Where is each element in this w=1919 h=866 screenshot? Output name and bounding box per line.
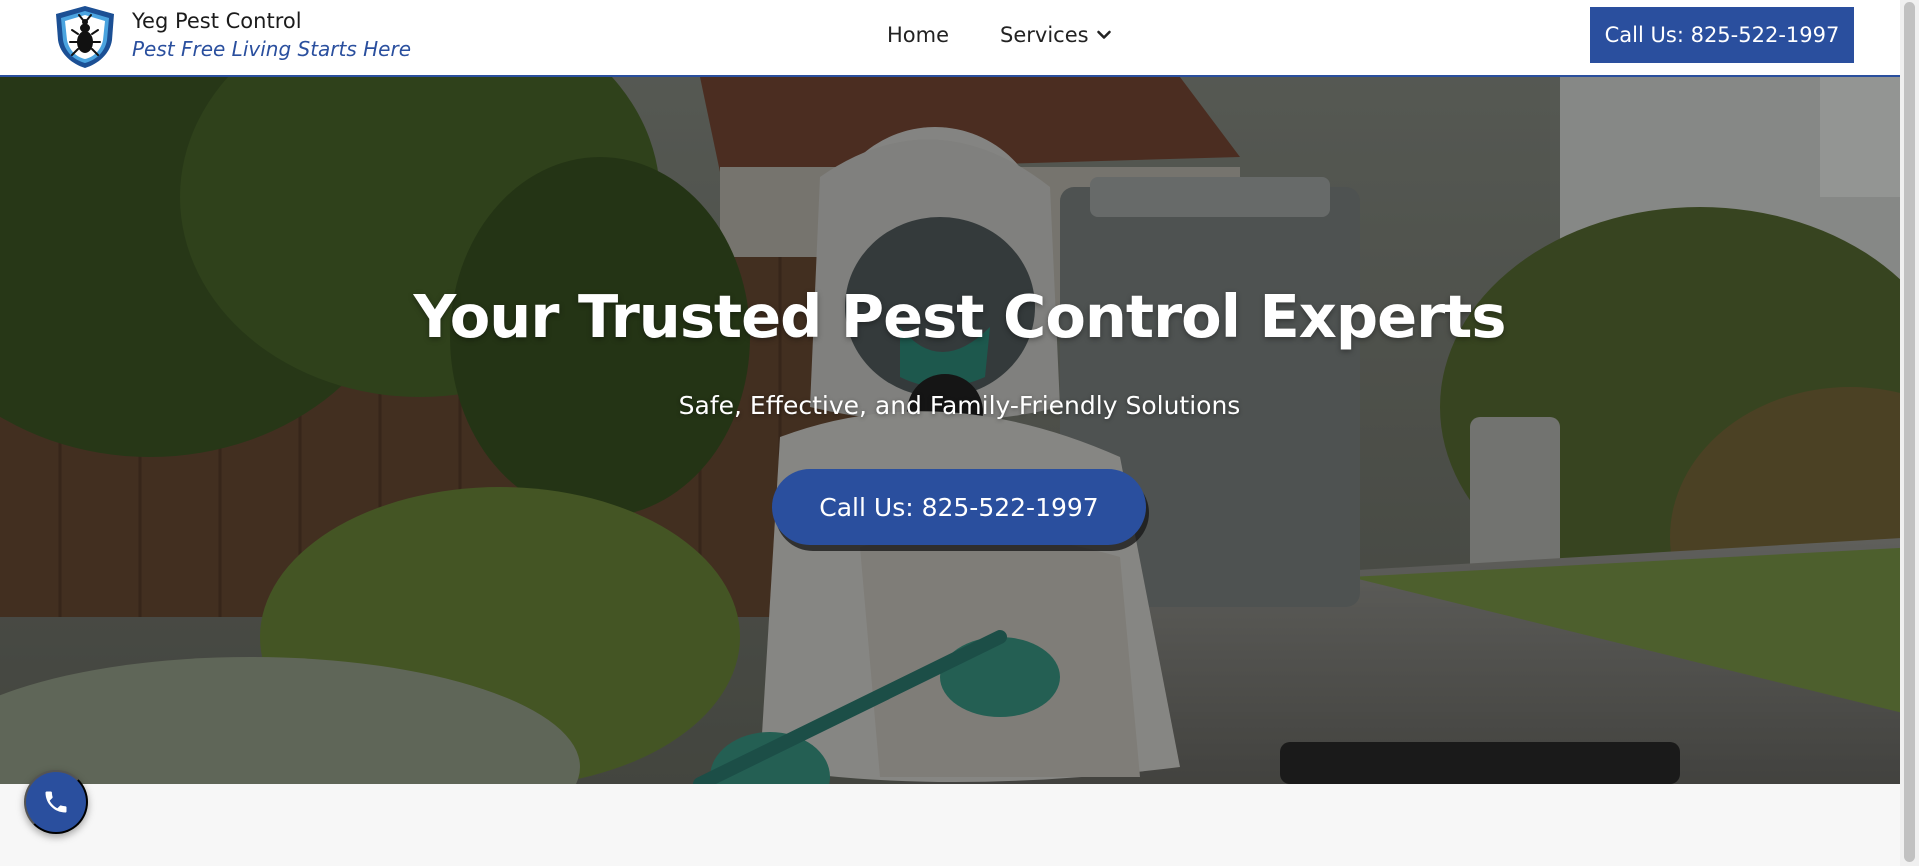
page-scrollbar[interactable]	[1900, 0, 1919, 866]
brand-text: Yeg Pest Control Pest Free Living Starts…	[132, 7, 411, 63]
nav-home-label: Home	[887, 23, 950, 47]
chevron-down-icon	[1096, 30, 1111, 39]
brand-tagline: Pest Free Living Starts Here	[132, 37, 412, 61]
nav-services-label: Services	[1000, 23, 1089, 47]
floating-call-button[interactable]	[24, 770, 88, 834]
brand-name: Yeg Pest Control	[132, 9, 302, 33]
header-call-button[interactable]: Call Us: 825-522-1997	[1590, 7, 1854, 63]
hero-call-button[interactable]: Call Us: 825-522-1997	[772, 469, 1146, 545]
nav-services-dropdown[interactable]: Services	[1000, 23, 1112, 47]
hero-section: Your Trusted Pest Control Experts Safe, …	[0, 77, 1919, 784]
brand-home-link[interactable]: Yeg Pest Control Pest Free Living Starts…	[52, 4, 411, 70]
content-section-start	[0, 784, 1919, 866]
phone-icon	[45, 791, 67, 813]
hero-overlay	[0, 77, 1919, 784]
hero-subtitle: Safe, Effective, and Family-Friendly Sol…	[678, 391, 1241, 420]
site-header: Yeg Pest Control Pest Free Living Starts…	[0, 0, 1919, 77]
main-nav: Home Services	[887, 0, 1112, 70]
nav-home[interactable]: Home	[887, 23, 949, 47]
shield-bug-icon	[56, 6, 114, 68]
hero-title: Your Trusted Pest Control Experts	[413, 282, 1506, 351]
scrollbar-thumb[interactable]	[1904, 2, 1915, 862]
